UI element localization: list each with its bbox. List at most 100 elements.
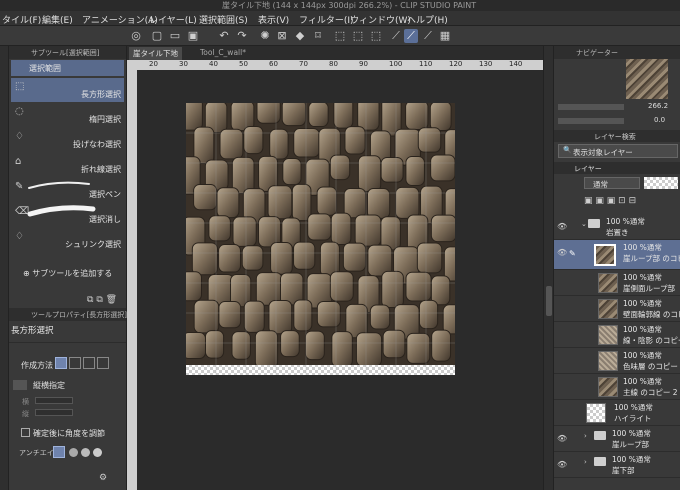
new-raster-layer-icon[interactable]: ▣ — [584, 196, 593, 206]
menu-selection[interactable]: 選択範囲(S) — [199, 13, 248, 26]
height-field[interactable] — [35, 409, 73, 416]
menu-window[interactable]: ウィンドウ(W) — [350, 13, 411, 26]
undo-icon[interactable]: ↶ — [217, 29, 231, 43]
menu-filter[interactable]: フィルター(I) — [299, 13, 354, 26]
layer-row[interactable]: 👁 › 100 %通常 崖ループ部 — [554, 426, 680, 452]
ruler-tick: 20 — [149, 60, 158, 68]
canvas-artwork[interactable] — [186, 103, 455, 375]
subtool-item[interactable]: ⌂ 折れ線選択 — [11, 153, 124, 177]
app-icon[interactable]: ◎ — [129, 29, 143, 43]
window-title: 崖タイル下地 (144 x 144px 300dpi 266.2%) - CLI… — [222, 1, 477, 10]
layer-row[interactable]: 👁 › 100 %通常 崖下部 — [554, 452, 680, 478]
subtool-item[interactable]: ♢ シュリンク選択 — [11, 228, 124, 252]
eye-icon[interactable]: 👁 — [557, 222, 567, 231]
redo-icon[interactable]: ↷ — [235, 29, 249, 43]
menu-help[interactable]: ヘルプ(H) — [407, 13, 448, 26]
new-folder-icon[interactable]: ▣ — [607, 196, 616, 206]
layer-row[interactable]: 100 %通常 色味層 のコピー — [554, 348, 680, 374]
tab-canvas-2[interactable]: Tool_C_wall* — [196, 47, 250, 60]
save-icon[interactable]: ▣ — [186, 29, 200, 43]
vertical-scrollbar[interactable] — [543, 46, 553, 490]
layer-name: 崖ループ部 のコピー — [623, 254, 680, 263]
loading-icon[interactable]: ✺ — [258, 29, 272, 43]
width-field[interactable] — [35, 397, 73, 404]
transform-icon[interactable]: ⌑ — [311, 29, 325, 43]
creation-subtract-button[interactable] — [83, 357, 95, 369]
antialias-weak-button[interactable] — [69, 448, 78, 457]
ruler-tick: 50 — [239, 60, 248, 68]
ruler-tick: 110 — [419, 60, 433, 68]
trash-icon[interactable]: 🗑 — [106, 295, 117, 305]
new-mask-icon[interactable]: ⊡ — [618, 196, 626, 206]
snap-ruler-icon[interactable]: ⟋ — [389, 29, 403, 43]
creation-new-button[interactable] — [55, 357, 67, 369]
grid-icon[interactable]: ▦ — [438, 29, 452, 43]
layer-row[interactable]: 100 %通常 崖側面ループ部 — [554, 270, 680, 296]
menu-file[interactable]: タイル(F) — [2, 13, 41, 26]
new-file-icon[interactable]: ▢ — [150, 29, 164, 43]
clear-icon[interactable]: ⊠ — [275, 29, 289, 43]
layer-filter-dropdown[interactable]: 🔍 表示対象レイヤー — [558, 144, 678, 158]
layer-row[interactable]: 👁 ✎ 100 %通常 崖ループ部 のコピー — [554, 240, 680, 270]
eye-icon[interactable]: 👁 — [557, 434, 567, 443]
adjust-angle-checkbox[interactable] — [21, 428, 30, 437]
layer-tab[interactable]: レイヤー — [574, 164, 602, 174]
layer-row[interactable]: 👁 ⌄ 100 %通常 岩置き — [554, 214, 680, 240]
layer-name: 岩置き — [606, 228, 629, 237]
antialias-label: アンチエイ — [19, 449, 54, 457]
subtool-item[interactable]: ◌ 楕円選択 — [11, 103, 124, 127]
settings-icon[interactable]: ⚙ — [99, 473, 107, 483]
subtool-item[interactable]: ⬚ 長方形選択 — [11, 78, 124, 102]
merge-icon[interactable]: ⊟ — [629, 196, 637, 206]
expand-chevron-icon[interactable]: › — [584, 432, 587, 440]
layer-opacity: 100 %通常 — [606, 217, 645, 226]
fill-icon[interactable]: ◆ — [293, 29, 307, 43]
subtool-item[interactable]: ⌫ 選択消し — [11, 203, 124, 227]
creation-add-button[interactable] — [69, 357, 81, 369]
layer-row[interactable]: 100 %通常 線・陰影 のコピー — [554, 322, 680, 348]
layer-search-tab[interactable]: レイヤー検索 — [594, 132, 636, 142]
eye-icon[interactable]: 👁 — [557, 248, 567, 257]
copy-icon[interactable]: ⧉ — [96, 295, 102, 305]
antialias-none-button[interactable] — [53, 446, 65, 458]
layer-opacity: 100 %通常 — [623, 325, 662, 334]
subtool-panel-header: サブツール[選択範囲] — [9, 46, 126, 59]
layer-opacity: 100 %通常 — [623, 243, 662, 252]
rotation-slider[interactable] — [558, 118, 624, 124]
eye-icon[interactable]: 👁 — [557, 460, 567, 469]
duplicate-icon[interactable]: ⧉ — [87, 295, 93, 305]
antialias-medium-button[interactable] — [81, 448, 90, 457]
subtool-group-tab[interactable]: 選択範囲 — [11, 60, 124, 76]
layer-row[interactable]: 100 %通常 ハイライト — [554, 400, 680, 426]
subtool-item[interactable]: ♢ 投げなわ選択 — [11, 128, 124, 152]
add-subtool-button[interactable]: ⊕ サブツールを追加する — [23, 268, 112, 279]
new-vector-layer-icon[interactable]: ▣ — [595, 196, 604, 206]
subtool-item[interactable]: ✎ 選択ペン — [11, 178, 124, 202]
menu-animation[interactable]: アニメーション(A) — [82, 13, 158, 26]
menu-view[interactable]: 表示(V) — [258, 13, 289, 26]
invert-selection-icon[interactable]: ⬚ — [351, 29, 365, 43]
scroll-thumb[interactable] — [546, 286, 552, 316]
snap-grid-icon[interactable]: ⟋ — [421, 29, 435, 43]
creation-intersect-button[interactable] — [97, 357, 109, 369]
tab-canvas-1[interactable]: 崖タイル下地 — [129, 47, 182, 60]
blend-mode-dropdown[interactable]: 通常 — [584, 177, 640, 189]
layer-row[interactable]: 100 %通常 壁面輪郭線 のコピー — [554, 296, 680, 322]
menu-layer[interactable]: レイヤー(L) — [149, 13, 197, 26]
opacity-bar[interactable] — [644, 177, 678, 189]
ruler-tick: 40 — [209, 60, 218, 68]
menu-edit[interactable]: 編集(E) — [42, 13, 73, 26]
navigator-preview[interactable] — [626, 59, 668, 99]
expand-chevron-icon[interactable]: ⌄ — [581, 220, 587, 228]
layer-row[interactable]: 100 %通常 主線 のコピー 2 — [554, 374, 680, 400]
deselect-icon[interactable]: ⬚ — [333, 29, 347, 43]
creation-method-label: 作成方法 — [21, 361, 53, 370]
antialias-strong-button[interactable] — [93, 448, 102, 457]
show-selection-icon[interactable]: ⬚ — [369, 29, 383, 43]
aspect-toggle[interactable] — [13, 380, 27, 390]
zoom-slider[interactable] — [558, 104, 624, 110]
open-file-icon[interactable]: ▭ — [168, 29, 182, 43]
menu-bar: タイル(F) 編集(E) アニメーション(A) レイヤー(L) 選択範囲(S) … — [0, 11, 680, 26]
expand-chevron-icon[interactable]: › — [584, 458, 587, 466]
snap-special-ruler-icon[interactable]: ⟋ — [404, 29, 418, 43]
